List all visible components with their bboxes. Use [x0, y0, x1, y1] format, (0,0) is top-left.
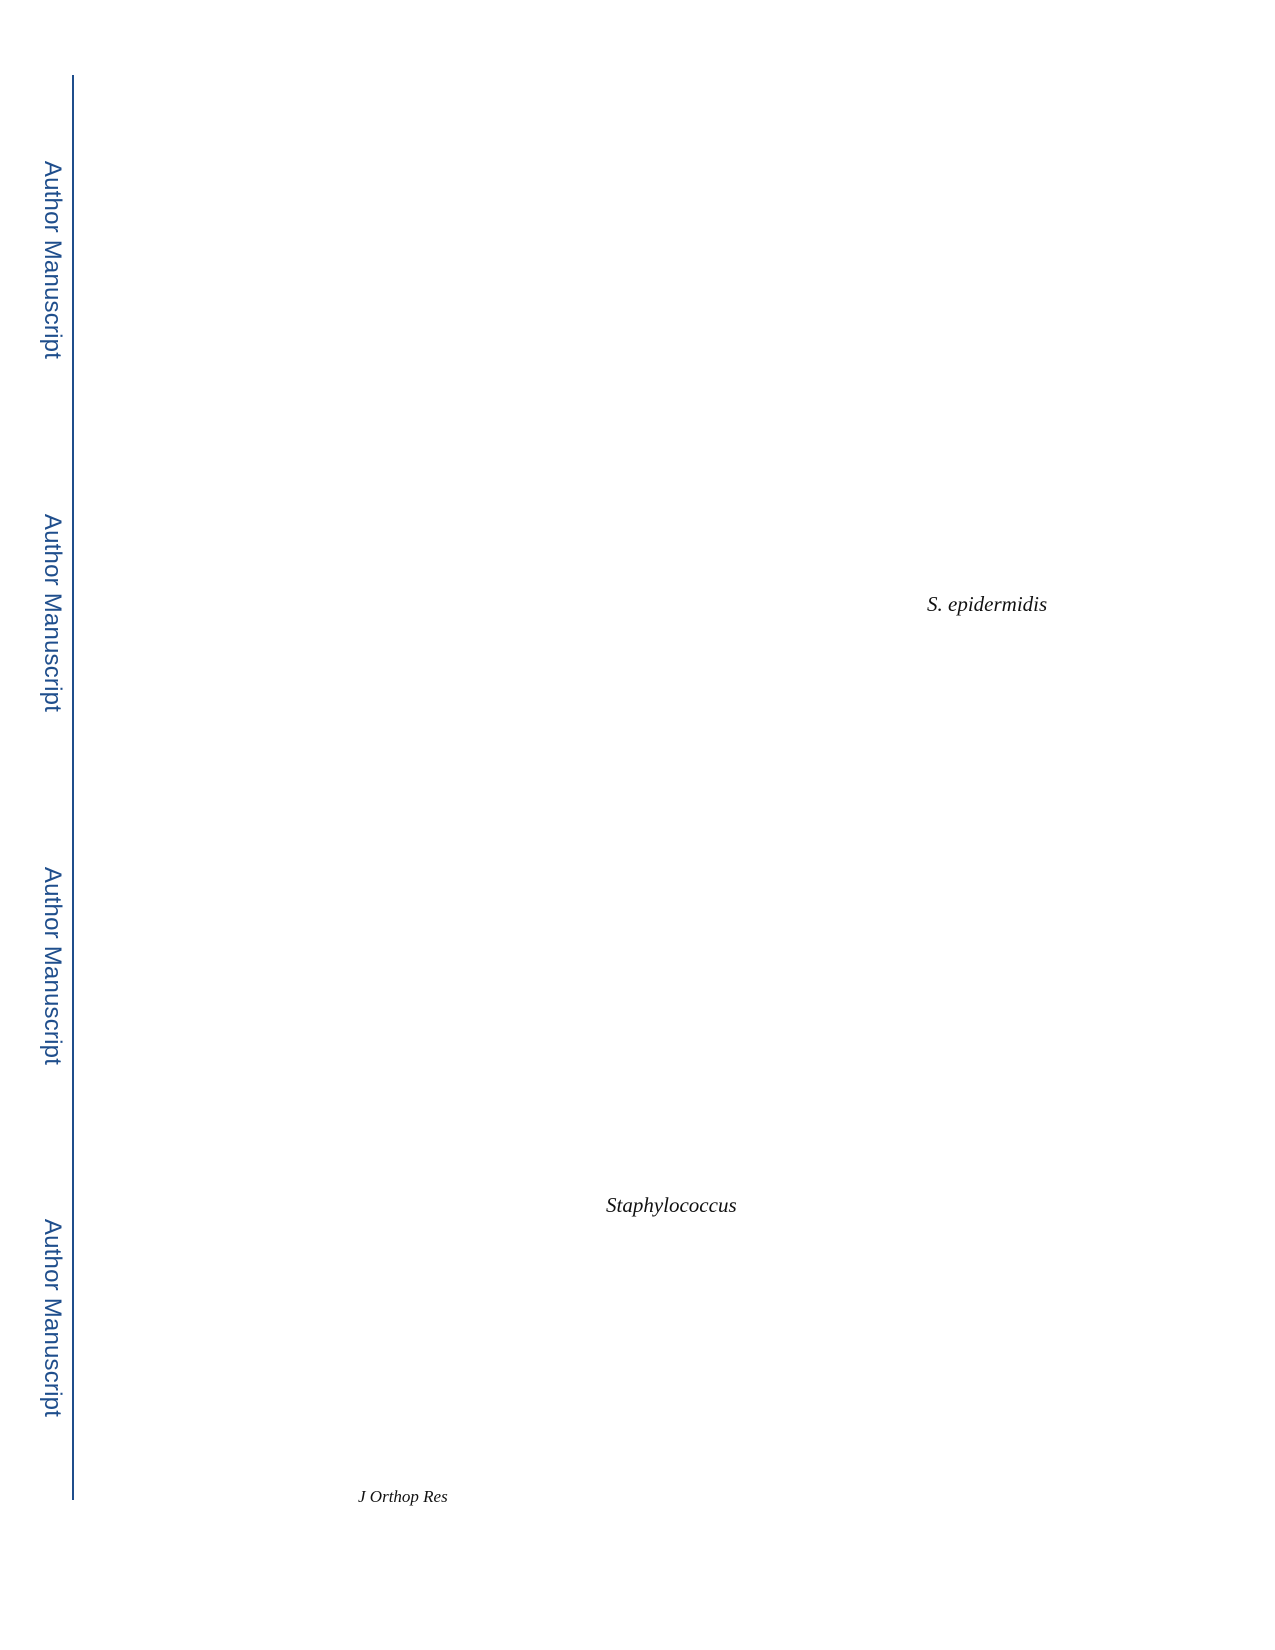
journal-footer: J Orthop Res: [358, 1487, 448, 1506]
author-manuscript-label: Author Manuscript: [39, 866, 66, 1066]
author-manuscript-label: Author Manuscript: [39, 1218, 66, 1418]
author-manuscript-label: Author Manuscript: [39, 513, 66, 713]
genus-term-staphylococcus: Staphylococcus: [606, 1193, 737, 1217]
species-term-epidermidis: S. epidermidis: [927, 592, 1048, 616]
author-manuscript-label: Author Manuscript: [39, 160, 66, 360]
margin-rule: [72, 75, 74, 1500]
